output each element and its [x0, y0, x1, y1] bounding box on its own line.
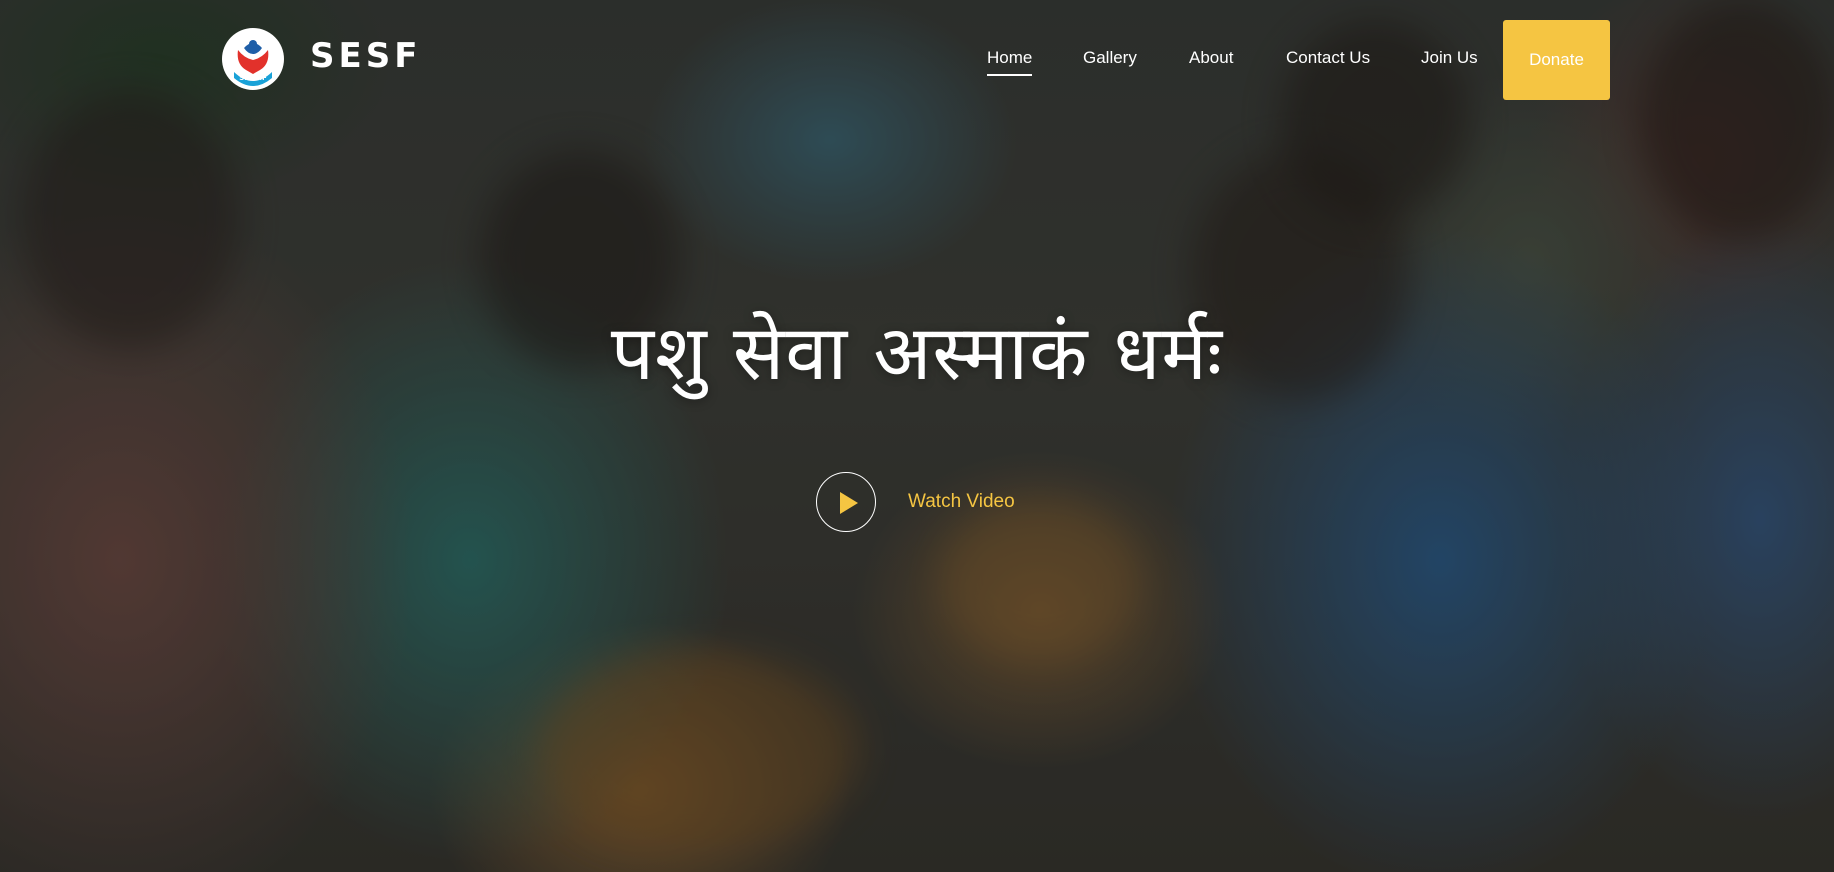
watch-video-link[interactable]: Watch Video [908, 488, 1015, 516]
play-video-button[interactable] [816, 472, 876, 532]
nav-join-us[interactable]: Join Us [1421, 44, 1478, 72]
play-icon [840, 492, 858, 514]
brand-name[interactable]: SESF [310, 34, 421, 78]
nav-home[interactable]: Home [987, 44, 1033, 76]
hero-tagline: पशु सेवा अस्माकं धर्मः [610, 308, 1224, 397]
nav-contact-us[interactable]: Contact Us [1286, 44, 1370, 72]
sesf-logo-icon[interactable]: S.E.S.F [222, 28, 284, 90]
logo-text: S.E.S.F [239, 74, 267, 82]
hero-overlay [0, 0, 1834, 872]
nav-gallery[interactable]: Gallery [1083, 44, 1137, 72]
nav-about[interactable]: About [1189, 44, 1233, 72]
hero-section: S.E.S.F SESF Home Gallery About Contact … [0, 0, 1834, 872]
donate-button[interactable]: Donate [1503, 20, 1610, 100]
